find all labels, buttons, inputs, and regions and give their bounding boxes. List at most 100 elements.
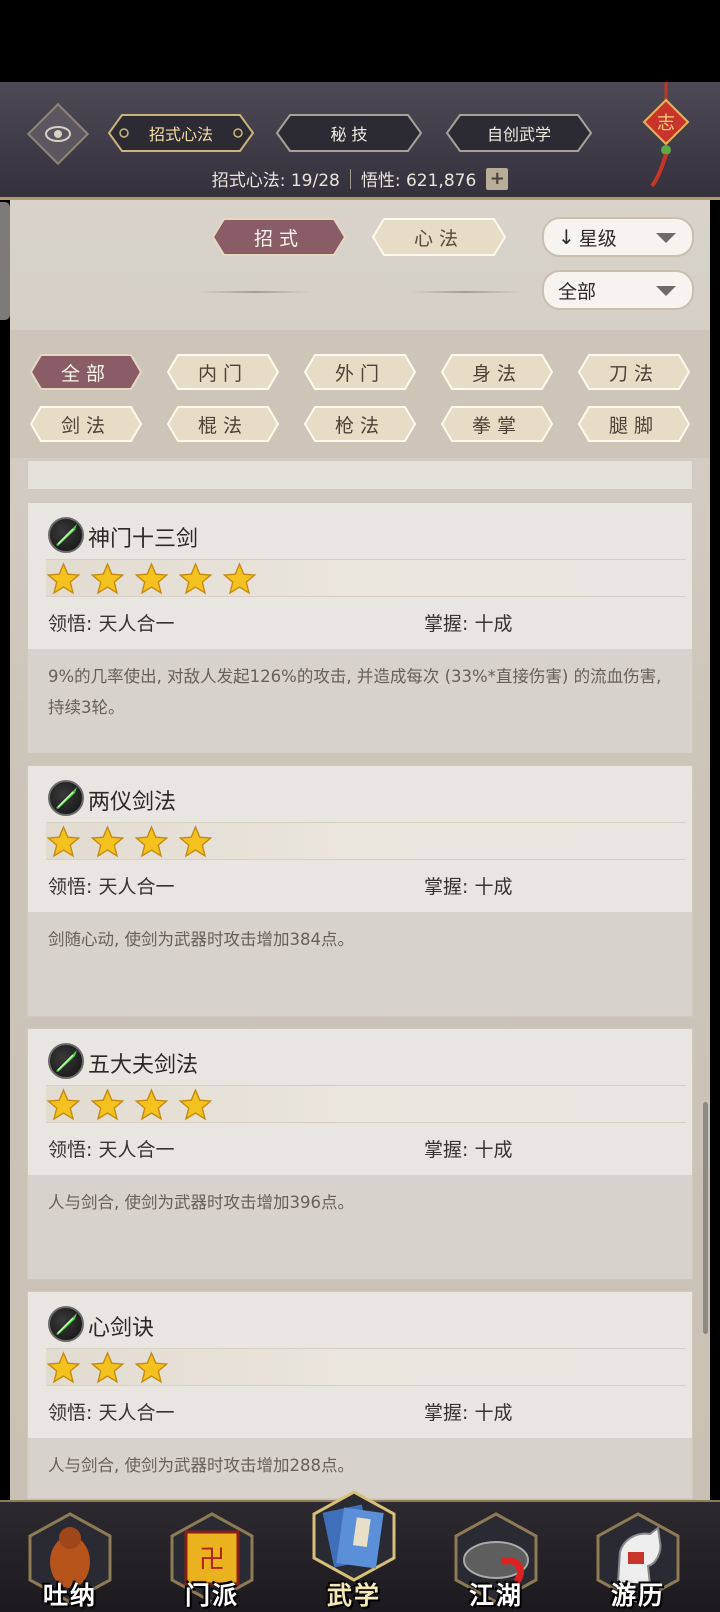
star-icon [90,1351,125,1384]
skill-description: 人与剑合, 使剑为武器时攻击增加396点。 [48,1193,354,1212]
star-icon [178,1088,213,1121]
skill-name: 五大夫剑法 [88,1053,199,1078]
star-rating [46,559,686,597]
category-tab[interactable]: 全部 [30,354,142,390]
skill-description-box: 人与剑合, 使剑为武器时攻击增加396点。 [28,1175,692,1279]
skill-name: 心剑诀 [88,1316,155,1341]
category-label: 全部 [60,362,111,385]
star-icon [134,825,169,858]
toggle-moves-label: 招式 [253,227,304,250]
skill-description: 9%的几率使出, 对敌人发起126%的攻击, 并造成每次 (33%*直接伤害) … [48,667,662,717]
sword-skill-icon [48,1306,84,1342]
skill-description-box: 9%的几率使出, 对敌人发起126%的攻击, 并造成每次 (33%*直接伤害) … [28,649,692,753]
sword-skill-icon [48,517,84,553]
bottom-nav: 吐纳 卍门派 武学江湖 游历 [0,1490,720,1612]
star-rating [46,822,686,860]
star-rating [46,1348,686,1386]
mastery-level: 掌握: 十成 [424,876,513,898]
tab-custom-martial[interactable]: 自创武学 [446,114,592,152]
skill-card[interactable]: 神门十三剑 领悟: 天人合一 掌握: 十成 9%的几率使出, 对敌人发起126%的攻击… [27,502,693,754]
skill-name: 两仪剑法 [88,790,177,815]
mastery-level: 掌握: 十成 [424,1139,513,1161]
comprehension-value: 悟性: 621,876 [360,171,477,191]
nav-item[interactable]: 武学 [306,1490,402,1612]
skill-card[interactable]: 两仪剑法领悟: 天人合一 掌握: 十成剑随心动, 使剑为武器时攻击增加384点。 [27,765,693,1017]
category-label: 内门 [197,362,248,385]
star-icon [90,825,125,858]
skill-name: 神门十三剑 [88,527,199,552]
toggle-methods[interactable]: 心法 [372,218,506,256]
category-label: 刀法 [608,362,659,385]
category-label: 腿脚 [608,414,659,437]
star-rating [46,1085,686,1123]
moves-progress: 招式心法: 19/28 [211,171,340,191]
tab-moves-methods[interactable]: 招式心法 [108,114,254,152]
skill-description: 剑随心动, 使剑为武器时攻击增加384点。 [48,930,354,949]
status-bar [0,0,720,82]
category-tab[interactable]: 剑法 [30,406,142,442]
star-icon [46,1351,81,1384]
category-tab[interactable]: 内门 [167,354,279,390]
star-icon [90,562,125,595]
nav-label: 门派 [184,1581,239,1610]
star-icon [134,1351,169,1384]
add-comprehension-button[interactable]: + [486,167,509,190]
book-icon [312,1490,396,1582]
nav-label: 游历 [610,1581,665,1610]
skill-card[interactable]: 心剑诀领悟: 天人合一 掌握: 十成人与剑合, 使剑为武器时攻击增加288点。 [27,1291,693,1499]
category-tab[interactable]: 枪法 [304,406,416,442]
side-scroll-handle[interactable] [0,202,10,320]
toggle-moves[interactable]: 招式 [212,218,346,256]
skill-card[interactable]: 五大夫剑法领悟: 天人合一 掌握: 十成人与剑合, 使剑为武器时攻击增加396点。 [27,1028,693,1280]
chevron-down-icon [656,286,676,296]
sort-value: 星级 [578,227,617,250]
nav-label: 吐纳 [42,1581,97,1610]
nav-item[interactable]: 游历 [590,1512,686,1612]
filter-dropdown[interactable]: 全部 [542,270,694,310]
toggle-methods-label: 心法 [413,227,464,250]
nav-item[interactable]: 吐纳 [22,1512,118,1612]
mastery-level: 掌握: 十成 [424,613,513,635]
nav-item[interactable]: 江湖 [448,1512,544,1612]
tab-label: 自创武学 [486,125,551,144]
category-label: 棍法 [197,414,248,437]
decorative-line [200,291,310,293]
category-label: 身法 [471,362,522,385]
skill-description-box: 人与剑合, 使剑为武器时攻击增加288点。 [28,1438,692,1498]
mastery-level: 掌握: 十成 [424,1402,513,1424]
filter-value: 全部 [558,280,597,303]
category-tab[interactable]: 拳掌 [441,406,553,442]
star-icon [90,1088,125,1121]
category-tab[interactable]: 外门 [304,354,416,390]
nav-item[interactable]: 卍门派 [164,1512,260,1612]
insight-level: 领悟: 天人合一 [48,876,175,898]
category-tab[interactable]: 身法 [441,354,553,390]
list-scrollbar[interactable] [703,1102,708,1334]
category-label: 剑法 [60,414,111,437]
decorative-line [410,291,520,293]
divider [349,168,351,189]
header-stats: 招式心法: 19/28 悟性: 621,876 + [0,166,720,191]
nav-label: 江湖 [468,1581,523,1610]
header: 招式心法 秘 技 自创武学 志 招式心法: 19/28 悟性: 621,876 … [0,82,720,200]
star-icon [46,562,81,595]
star-icon [178,825,213,858]
star-icon [134,1088,169,1121]
view-toggle-button[interactable] [26,102,90,166]
category-label: 外门 [334,362,385,385]
category-tab[interactable]: 刀法 [578,354,690,390]
category-tab[interactable]: 腿脚 [578,406,690,442]
tab-label: 招式心法 [148,125,213,144]
category-tab[interactable]: 棍法 [167,406,279,442]
insight-level: 领悟: 天人合一 [48,1402,175,1424]
star-icon [46,825,81,858]
svg-text:志: 志 [657,113,675,134]
sort-dropdown[interactable]: ↓ 星级 [542,217,694,257]
star-icon [134,562,169,595]
tab-label: 秘 技 [330,125,368,144]
list-top-divider [27,460,693,490]
insight-level: 领悟: 天人合一 [48,1139,175,1161]
tab-secret-skills[interactable]: 秘 技 [276,114,422,152]
chevron-down-icon [656,233,676,243]
eye-icon [45,126,71,142]
